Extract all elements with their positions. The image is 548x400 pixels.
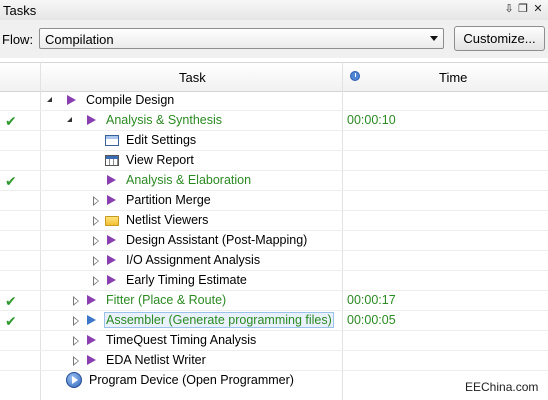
task-label: Design Assistant (Post-Mapping) (126, 233, 308, 247)
task-row-assembler[interactable]: ✔ Assembler (Generate programming files)… (0, 311, 548, 331)
expand-arrow-icon[interactable] (73, 356, 79, 366)
task-label: Compile Design (86, 93, 175, 107)
task-label: Edit Settings (126, 133, 197, 147)
task-row-netlist-viewers[interactable]: Netlist Viewers (0, 211, 548, 231)
flow-label: Flow: (2, 32, 34, 47)
expand-arrow-icon[interactable] (93, 256, 99, 266)
task-label: TimeQuest Timing Analysis (106, 333, 257, 347)
task-label: Netlist Viewers (126, 213, 209, 227)
task-row-io-assignment-analysis[interactable]: I/O Assignment Analysis (0, 251, 548, 271)
panel-title: Tasks (3, 3, 37, 18)
task-label: Fitter (Place & Route) (106, 293, 227, 307)
pin-icon[interactable]: ⇩ (502, 2, 516, 17)
tasks-title-bar: Tasks ⇩ ❐ ✕ (0, 0, 548, 21)
play-icon (87, 335, 96, 345)
chevron-down-icon (430, 36, 438, 41)
task-time: 00:00:05 (347, 313, 396, 327)
flow-selected-value: Compilation (45, 32, 114, 47)
task-label: Program Device (Open Programmer) (89, 373, 294, 387)
play-icon (107, 275, 116, 285)
column-header-task[interactable]: Task (179, 70, 206, 85)
checkmark-icon: ✔ (5, 113, 17, 129)
play-icon (107, 175, 116, 185)
task-row-early-timing-estimate[interactable]: Early Timing Estimate (0, 271, 548, 291)
task-label: View Report (126, 153, 194, 167)
task-row-analysis-synthesis[interactable]: ✔ Analysis & Synthesis 00:00:10 (0, 111, 548, 131)
checkmark-icon: ✔ (5, 293, 17, 309)
task-row-partition-merge[interactable]: Partition Merge (0, 191, 548, 211)
play-icon (87, 355, 96, 365)
expand-arrow-icon[interactable] (93, 196, 99, 206)
play-icon (107, 255, 116, 265)
play-icon (107, 235, 116, 245)
play-icon (87, 115, 96, 125)
expand-arrow-icon[interactable] (73, 336, 79, 346)
checkmark-icon: ✔ (5, 313, 17, 329)
float-window-icon[interactable]: ❐ (516, 2, 530, 17)
expand-arrow-icon[interactable] (93, 276, 99, 286)
task-label: I/O Assignment Analysis (126, 253, 261, 267)
play-icon (87, 315, 96, 325)
task-row-edit-settings[interactable]: Edit Settings (0, 131, 548, 151)
expand-arrow-icon[interactable] (93, 216, 99, 226)
task-row-view-report[interactable]: View Report (0, 151, 548, 171)
task-row-design-assistant[interactable]: Design Assistant (Post-Mapping) (0, 231, 548, 251)
task-time: 00:00:17 (347, 293, 396, 307)
expand-arrow-icon[interactable] (73, 316, 79, 326)
column-header-time[interactable]: Time (439, 70, 467, 85)
settings-window-icon (105, 135, 119, 146)
play-icon (87, 295, 96, 305)
customize-button[interactable]: Customize... (454, 26, 545, 51)
task-label: Partition Merge (126, 193, 211, 207)
folder-icon (105, 216, 119, 226)
flow-toolbar: Flow: Compilation Customize... (0, 20, 548, 58)
clock-icon (350, 71, 360, 81)
play-icon (107, 195, 116, 205)
task-label: Analysis & Elaboration (126, 173, 252, 187)
flow-dropdown[interactable]: Compilation (39, 28, 444, 49)
task-label: Analysis & Synthesis (106, 113, 223, 127)
programmer-device-icon (66, 372, 82, 388)
expand-arrow-icon[interactable] (93, 236, 99, 246)
tasks-panel: Tasks ⇩ ❐ ✕ Flow: Compilation Customize.… (0, 0, 548, 400)
task-row-compile-design[interactable]: Compile Design (0, 91, 548, 111)
watermark: EEChina.com (465, 380, 539, 394)
task-row-timequest[interactable]: TimeQuest Timing Analysis (0, 331, 548, 351)
close-icon[interactable]: ✕ (531, 2, 545, 17)
task-row-eda-netlist-writer[interactable]: EDA Netlist Writer (0, 351, 548, 371)
task-row-fitter[interactable]: ✔ Fitter (Place & Route) 00:00:17 (0, 291, 548, 311)
task-label: EDA Netlist Writer (106, 353, 206, 367)
table-header: Task Time (0, 62, 548, 92)
task-time: 00:00:10 (347, 113, 396, 127)
task-label: Early Timing Estimate (126, 273, 247, 287)
expand-arrow-icon[interactable] (67, 117, 72, 122)
task-row-analysis-elaboration[interactable]: ✔ Analysis & Elaboration (0, 171, 548, 191)
checkmark-icon: ✔ (5, 173, 17, 189)
expand-arrow-icon[interactable] (47, 97, 52, 102)
report-table-icon (105, 155, 119, 166)
play-icon (67, 95, 76, 105)
expand-arrow-icon[interactable] (73, 296, 79, 306)
task-label: Assembler (Generate programming files) (104, 312, 334, 328)
